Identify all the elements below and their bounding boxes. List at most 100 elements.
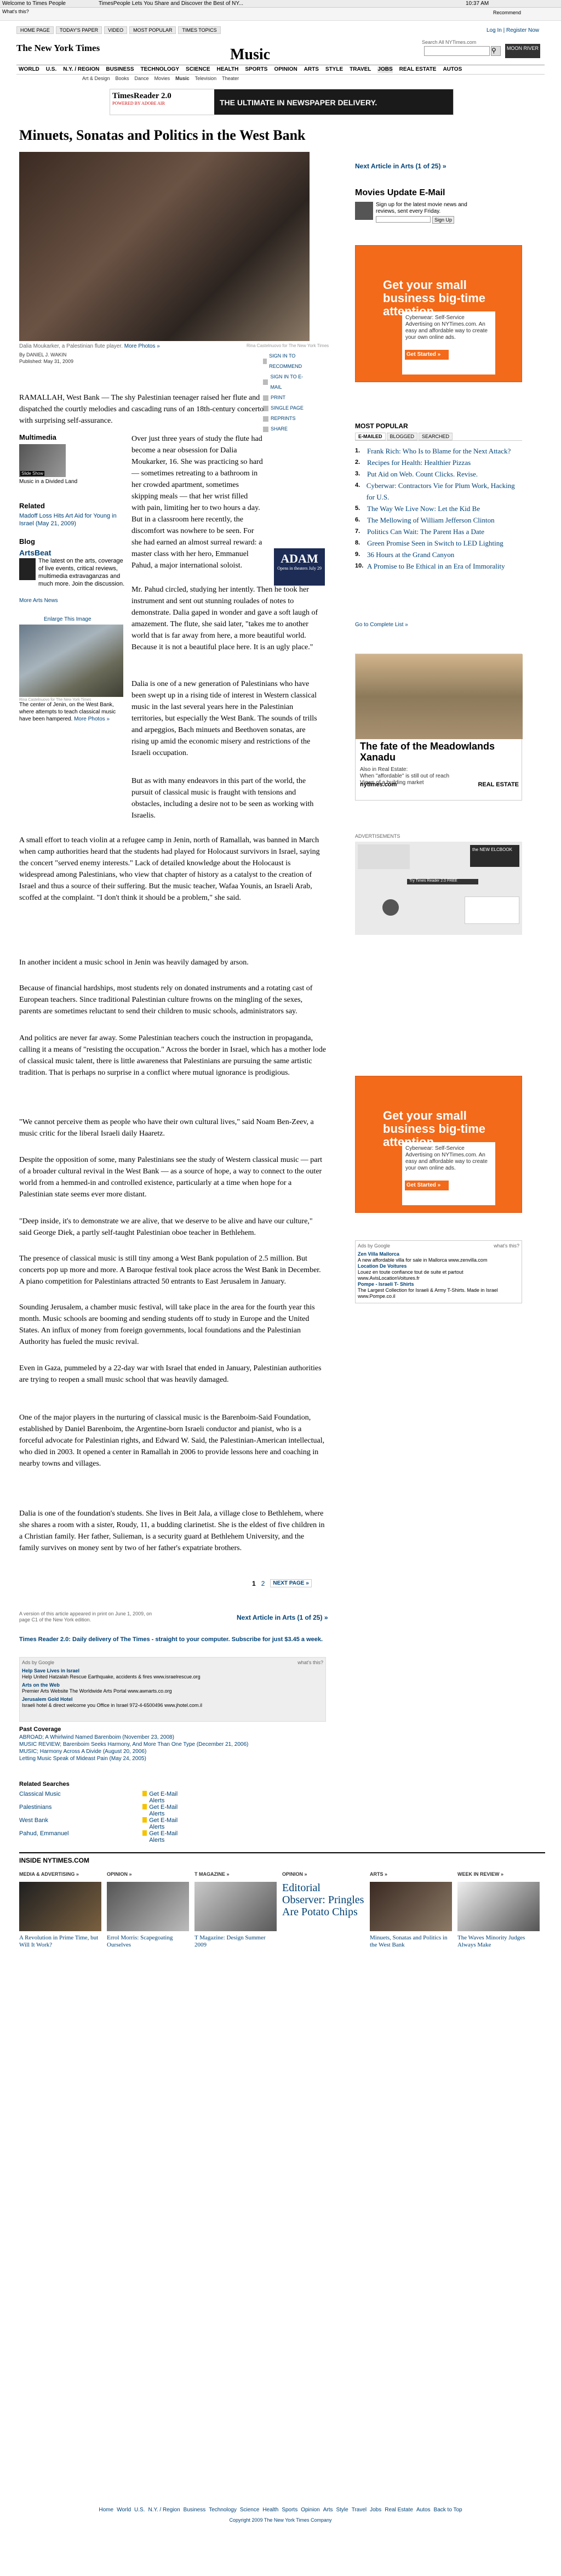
jenin-photo[interactable] — [19, 625, 123, 697]
login-link[interactable]: Log In — [486, 27, 502, 33]
nav-technology[interactable]: TECHNOLOGY — [140, 66, 179, 73]
more-arts-news[interactable]: More Arts News — [19, 598, 58, 604]
popular-item[interactable]: Green Promise Seen in Switch to LED Ligh… — [367, 537, 503, 549]
nav-opinion[interactable]: OPINION — [274, 66, 297, 73]
inside-card[interactable]: Errol Morris: Scapegoating Ourselves — [107, 1882, 194, 1964]
footer-link[interactable]: Home — [99, 2507, 113, 2513]
browser-recommend[interactable]: Recommend — [493, 10, 521, 15]
page-2[interactable]: 2 — [261, 1580, 265, 1587]
nav-science[interactable]: SCIENCE — [186, 66, 210, 73]
alert-link[interactable]: Get E-Mail Alerts — [149, 1804, 186, 1817]
search-input[interactable] — [424, 46, 490, 56]
inside-card[interactable]: Minuets, Sonatas and Politics in the Wes… — [370, 1882, 457, 1964]
inside-section[interactable]: T MAGAZINE » — [194, 1871, 282, 1877]
past-item[interactable]: MUSIC; Harmony Across A Divide (August 2… — [19, 1748, 326, 1755]
nav-world[interactable]: WORLD — [19, 66, 39, 73]
most-popular-more[interactable]: Go to Complete List » — [355, 622, 408, 628]
browser-subtitle[interactable]: What's this? — [2, 9, 29, 14]
small-business-ad-2[interactable]: Get your small business big-time attenti… — [355, 1076, 522, 1213]
nav-business[interactable]: BUSINESS — [106, 66, 134, 73]
nyt-logo[interactable]: The New York Times — [16, 43, 100, 54]
subnav-theater[interactable]: Theater — [222, 76, 239, 81]
inside-section[interactable]: ARTS » — [370, 1871, 457, 1877]
subnav-books[interactable]: Books — [116, 76, 129, 81]
footer-link[interactable]: Style — [336, 2507, 348, 2513]
article-photo[interactable] — [19, 152, 310, 341]
ad-timesreader-bar[interactable]: Try Times Reader 2.0 FREE — [407, 879, 478, 884]
footer-link[interactable]: Technology — [209, 2507, 237, 2513]
popular-item[interactable]: Cyberwar: Contractors Vie for Plum Work,… — [367, 480, 522, 503]
footer-link[interactable]: Back to Top — [434, 2507, 462, 2513]
enlarge-image-link[interactable]: Enlarge This Image — [44, 616, 91, 622]
email-tool[interactable]: SIGN IN TO E-MAIL — [263, 372, 312, 393]
related-search[interactable]: West Bank — [19, 1817, 142, 1830]
next-article-link[interactable]: Next Article in Arts (1 of 25) » — [355, 162, 446, 170]
small-business-ad[interactable]: Get your small business big-time attenti… — [355, 245, 522, 382]
ga-bottom-what[interactable]: what's this? — [297, 1660, 323, 1666]
ga-right-title-2[interactable]: Location De Voitures — [358, 1263, 519, 1269]
subnav-television[interactable]: Television — [195, 76, 217, 81]
past-item[interactable]: Letting Music Speak of Mideast Pain (May… — [19, 1755, 326, 1762]
subnav-art[interactable]: Art & Design — [82, 76, 110, 81]
inside-card[interactable]: T Magazine: Design Summer 2009 — [194, 1882, 282, 1964]
ga-bottom-title-2[interactable]: Arts on the Web — [22, 1682, 323, 1688]
footer-link[interactable]: Travel — [352, 2507, 367, 2513]
inside-section[interactable]: OPINION » — [282, 1871, 370, 1877]
recommend-tool[interactable]: SIGN IN TO RECOMMEND — [263, 351, 312, 372]
timesreader-banner[interactable]: TimesReader 2.0 POWERED BY ADOBE AIR THE… — [110, 89, 454, 115]
footer-link[interactable]: Autos — [416, 2507, 431, 2513]
popular-item[interactable]: Politics Can Wait: The Parent Has a Date — [367, 526, 484, 537]
nav-health[interactable]: HEALTH — [217, 66, 239, 73]
related-search[interactable]: Palestinians — [19, 1804, 142, 1817]
footer-link[interactable]: Business — [184, 2507, 206, 2513]
nav-arts[interactable]: ARTS — [304, 66, 319, 73]
related-search[interactable]: Pahud, Emmanuel — [19, 1830, 142, 1843]
subnav-dance[interactable]: Dance — [135, 76, 149, 81]
register-link[interactable]: Register Now — [506, 27, 539, 33]
related-search[interactable]: Classical Music — [19, 1791, 142, 1804]
browser-banner[interactable]: TimesPeople Lets You Share and Discover … — [99, 0, 243, 8]
footer-link[interactable]: Jobs — [370, 2507, 381, 2513]
nav-sports[interactable]: SPORTS — [245, 66, 267, 73]
movies-signup-button[interactable]: Sign Up — [432, 216, 455, 224]
popular-item[interactable]: A Promise to Be Ethical in an Era of Imm… — [367, 560, 505, 572]
popular-item[interactable]: The Way We Live Now: Let the Kid Be — [367, 503, 480, 514]
topnav-video[interactable]: VIDEO — [104, 26, 128, 34]
ad-slot[interactable] — [465, 897, 519, 924]
adam-ad[interactable]: ADAM Opens in theaters July 29 — [274, 548, 325, 586]
nav-us[interactable]: U.S. — [46, 66, 56, 73]
footer-link[interactable]: Arts — [323, 2507, 333, 2513]
real-estate-promo[interactable]: The fate of the Meadowlands Xanadu Also … — [355, 654, 523, 801]
nav-realestate[interactable]: REAL ESTATE — [399, 66, 437, 73]
popular-item[interactable]: Put Aid on Web. Count Clicks. Revise. — [367, 468, 478, 480]
nav-autos[interactable]: AUTOS — [443, 66, 462, 73]
tab-searched[interactable]: SEARCHED — [419, 433, 453, 440]
ad-orange-button[interactable]: Get Started » — [405, 1181, 449, 1190]
ga-right-title-1[interactable]: Zen Villa Mallorca — [358, 1251, 519, 1257]
nav-travel[interactable]: TRAVEL — [350, 66, 371, 73]
footer-link[interactable]: Science — [240, 2507, 260, 2513]
alert-link[interactable]: Get E-Mail Alerts — [149, 1830, 186, 1843]
ad-orange-button[interactable]: Get Started » — [405, 350, 449, 360]
popular-item[interactable]: Frank Rich: Who Is to Blame for the Next… — [367, 445, 511, 457]
nav-style[interactable]: STYLE — [325, 66, 343, 73]
ga-right-what[interactable]: what's this? — [494, 1243, 519, 1249]
past-item[interactable]: MUSIC REVIEW; Barenboim Seeks Harmony, A… — [19, 1741, 326, 1748]
topnav-home[interactable]: HOME PAGE — [16, 26, 54, 34]
copyright[interactable]: Copyright 2009 The New York Times Compan… — [0, 2517, 561, 2523]
topnav-popular[interactable]: MOST POPULAR — [129, 26, 176, 34]
alert-link[interactable]: Get E-Mail Alerts — [149, 1791, 186, 1804]
inside-card[interactable]: Editorial Observer: Pringles Are Potato … — [282, 1882, 370, 1964]
subnav-music[interactable]: Music — [175, 76, 190, 81]
ga-bottom-title-1[interactable]: Help Save Lives in Israel — [22, 1668, 323, 1674]
ad-slot-elcbook[interactable]: the NEW ELCBOOK — [470, 845, 519, 867]
more-photos-link[interactable]: More Photos » — [124, 343, 160, 349]
past-item[interactable]: ABROAD; A Whirlwind Named Barenboim (Nov… — [19, 1734, 326, 1741]
footer-link[interactable]: Opinion — [301, 2507, 319, 2513]
next-article-link-bottom[interactable]: Next Article in Arts (1 of 25) » — [237, 1614, 328, 1621]
multimedia-caption[interactable]: Music in a Divided Land — [19, 479, 77, 485]
topnav-paper[interactable]: TODAY'S PAPER — [55, 26, 102, 34]
popular-item[interactable]: Recipes for Health: Healthier Pizzas — [367, 457, 471, 468]
subnav-movies[interactable]: Movies — [154, 76, 170, 81]
footer-link[interactable]: World — [117, 2507, 131, 2513]
